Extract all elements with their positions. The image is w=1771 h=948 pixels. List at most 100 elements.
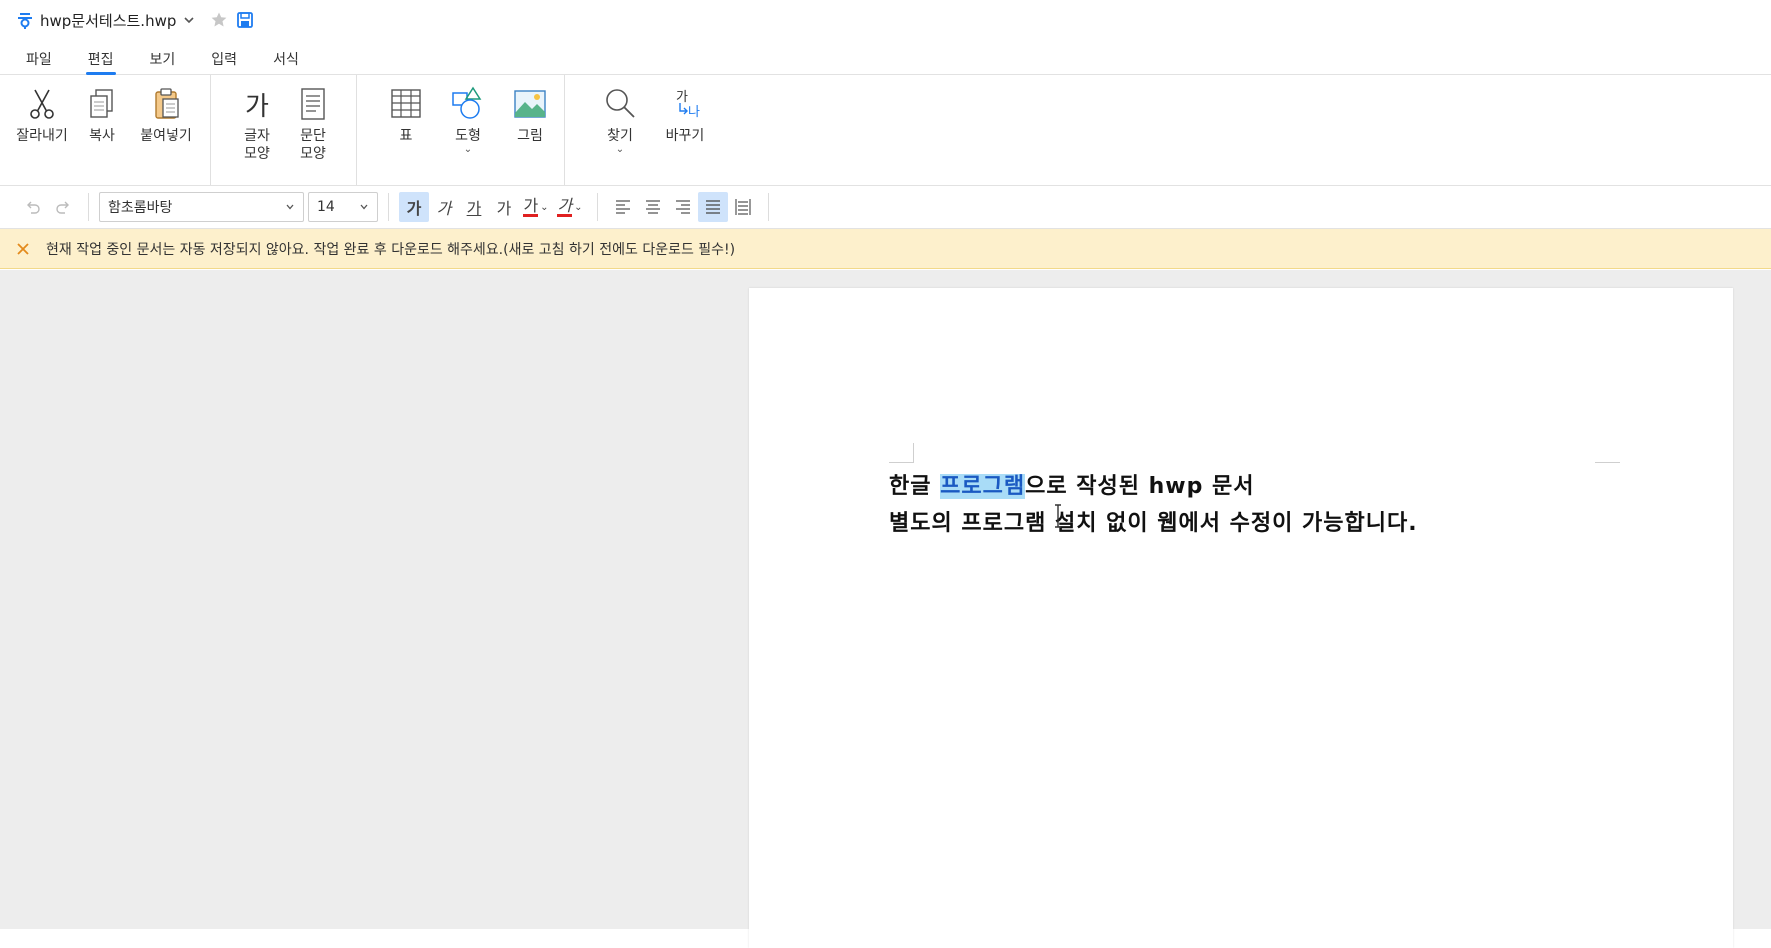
highlight-color-button[interactable]: 가 ⌄ — [553, 192, 587, 222]
font-color-button[interactable]: 가 ⌄ — [519, 192, 553, 222]
align-left-icon — [616, 200, 630, 214]
divider — [88, 193, 89, 221]
chevron-down-icon[interactable] — [182, 13, 196, 27]
find-label: 찾기 — [607, 128, 633, 144]
shape-button[interactable]: 도형 ⌄ — [437, 85, 499, 185]
hancom-logo-icon — [18, 13, 32, 29]
copy-button[interactable]: 복사 — [72, 85, 132, 185]
divider — [597, 193, 598, 221]
char-shape-label-2: 모양 — [244, 146, 270, 162]
align-center-button[interactable] — [638, 192, 668, 222]
table-label: 표 — [399, 128, 413, 144]
svg-text:가: 가 — [676, 90, 688, 105]
tab-format[interactable]: 서식 — [273, 40, 299, 75]
char-shape-icon: 가 — [245, 92, 269, 122]
cut-label: 잘라내기 — [16, 128, 68, 144]
replace-label: 바꾸기 — [665, 128, 705, 144]
underline-button[interactable]: 가 — [459, 192, 489, 222]
line1-text-rest: 으로 작성된 hwp 문서 — [1025, 474, 1255, 499]
document-title[interactable]: hwp문서테스트.hwp — [40, 10, 176, 31]
undo-button[interactable] — [18, 192, 48, 222]
clipboard-icon — [155, 88, 179, 119]
close-icon[interactable] — [16, 242, 30, 256]
search-icon — [606, 89, 635, 118]
clipboard-group: 잘라내기 복사 붙여넣기 — [0, 75, 211, 185]
notice-text: 현재 작업 중인 문서는 자동 저장되지 않아요. 작업 완료 후 다운로드 해… — [46, 241, 736, 258]
replace-button[interactable]: 가 나 바꾸기 — [651, 85, 719, 185]
font-size-select[interactable]: 14 — [308, 192, 378, 222]
find-dropdown-icon[interactable]: ⌄ — [616, 145, 624, 155]
highlight-glyph: 가 — [557, 195, 573, 217]
image-button[interactable]: 그림 — [499, 85, 561, 185]
paste-label: 붙여넣기 — [140, 128, 192, 144]
chevron-down-icon: ⌄ — [540, 201, 549, 213]
svg-text:가: 가 — [245, 92, 269, 122]
document-page[interactable]: 한글 프로그램으로 작성된 hwp 문서 별도의 프로그램 설치 없이 웹에서 … — [749, 288, 1733, 948]
chevron-down-icon: ⌄ — [574, 201, 583, 213]
shape-format-group: 가 글자 모양 문단 모양 — [211, 75, 357, 185]
redo-button[interactable] — [48, 192, 78, 222]
tab-insert[interactable]: 입력 — [211, 40, 237, 75]
align-right-button[interactable] — [668, 192, 698, 222]
document-line-1[interactable]: 한글 프로그램으로 작성된 hwp 문서 — [889, 468, 1255, 500]
image-label: 그림 — [517, 128, 543, 144]
divider — [768, 193, 769, 221]
menu-bar: 파일 편집 보기 입력 서식 — [0, 40, 1771, 75]
find-group: 찾기 ⌄ 가 나 바꾸기 — [565, 75, 719, 185]
bold-button[interactable]: 가 — [399, 192, 429, 222]
align-left-button[interactable] — [608, 192, 638, 222]
margin-guide — [889, 443, 914, 463]
char-shape-label-1: 글자 — [244, 128, 270, 144]
para-shape-button[interactable]: 문단 모양 — [283, 85, 343, 185]
table-icon — [391, 89, 421, 118]
document-workspace: 한글 프로그램으로 작성된 hwp 문서 별도의 프로그램 설치 없이 웹에서 … — [0, 270, 1771, 948]
image-icon — [514, 90, 546, 118]
undo-icon — [27, 201, 40, 214]
para-shape-label-2: 모양 — [300, 146, 326, 162]
shape-dropdown-icon[interactable]: ⌄ — [464, 145, 472, 155]
table-button[interactable]: 표 — [375, 85, 437, 185]
ribbon: 잘라내기 복사 붙여넣기 가 글자 모양 문단 모양 표 도형 ⌄ 그림 찾기 … — [0, 75, 1771, 186]
autosave-notice: 현재 작업 중인 문서는 자동 저장되지 않아요. 작업 완료 후 다운로드 해… — [0, 229, 1771, 269]
strikethrough-button[interactable]: 가 — [489, 192, 519, 222]
margin-guide — [1595, 443, 1620, 463]
shape-label: 도형 — [455, 128, 481, 144]
line1-text: 한글 — [889, 474, 941, 499]
tab-view[interactable]: 보기 — [150, 40, 176, 75]
scissors-icon — [30, 89, 54, 119]
align-center-icon — [646, 200, 660, 214]
shapes-icon — [452, 86, 482, 119]
format-toolbar: 함초롬바탕 14 가 가 가 가 가 ⌄ 가 ⌄ — [0, 186, 1771, 229]
align-distribute-button[interactable] — [728, 192, 758, 222]
divider — [388, 193, 389, 221]
tab-edit[interactable]: 편집 — [85, 40, 116, 75]
star-icon[interactable] — [210, 11, 228, 29]
svg-text:나: 나 — [688, 105, 700, 120]
cut-button[interactable]: 잘라내기 — [12, 85, 72, 185]
align-justify-button[interactable] — [698, 192, 728, 222]
save-icon[interactable] — [236, 11, 254, 29]
copy-label: 복사 — [89, 128, 115, 144]
align-justify-icon — [706, 200, 720, 214]
font-size-value: 14 — [317, 199, 335, 215]
align-right-icon — [676, 200, 690, 214]
document-line-2[interactable]: 별도의 프로그램 설치 없이 웹에서 수정이 가능합니다. — [889, 505, 1418, 537]
paragraph-icon — [301, 88, 325, 120]
chevron-down-icon — [286, 204, 294, 210]
selected-text[interactable]: 프로그램 — [940, 474, 1026, 499]
text-cursor-icon — [1055, 504, 1061, 528]
chevron-down-icon — [360, 204, 368, 210]
copy-icon — [90, 89, 113, 118]
align-distribute-icon — [735, 199, 751, 215]
font-name-value: 함초롬바탕 — [108, 200, 173, 216]
para-shape-label-1: 문단 — [300, 128, 326, 144]
tab-file[interactable]: 파일 — [26, 40, 52, 75]
redo-icon — [56, 201, 69, 214]
insert-group: 표 도형 ⌄ 그림 — [357, 75, 565, 185]
paste-button[interactable]: 붙여넣기 — [132, 85, 200, 185]
replace-icon: 가 나 — [676, 90, 700, 120]
italic-button[interactable]: 가 — [429, 192, 459, 222]
font-name-select[interactable]: 함초롬바탕 — [99, 192, 304, 222]
char-shape-button[interactable]: 가 글자 모양 — [231, 85, 283, 185]
find-button[interactable]: 찾기 ⌄ — [589, 85, 651, 185]
